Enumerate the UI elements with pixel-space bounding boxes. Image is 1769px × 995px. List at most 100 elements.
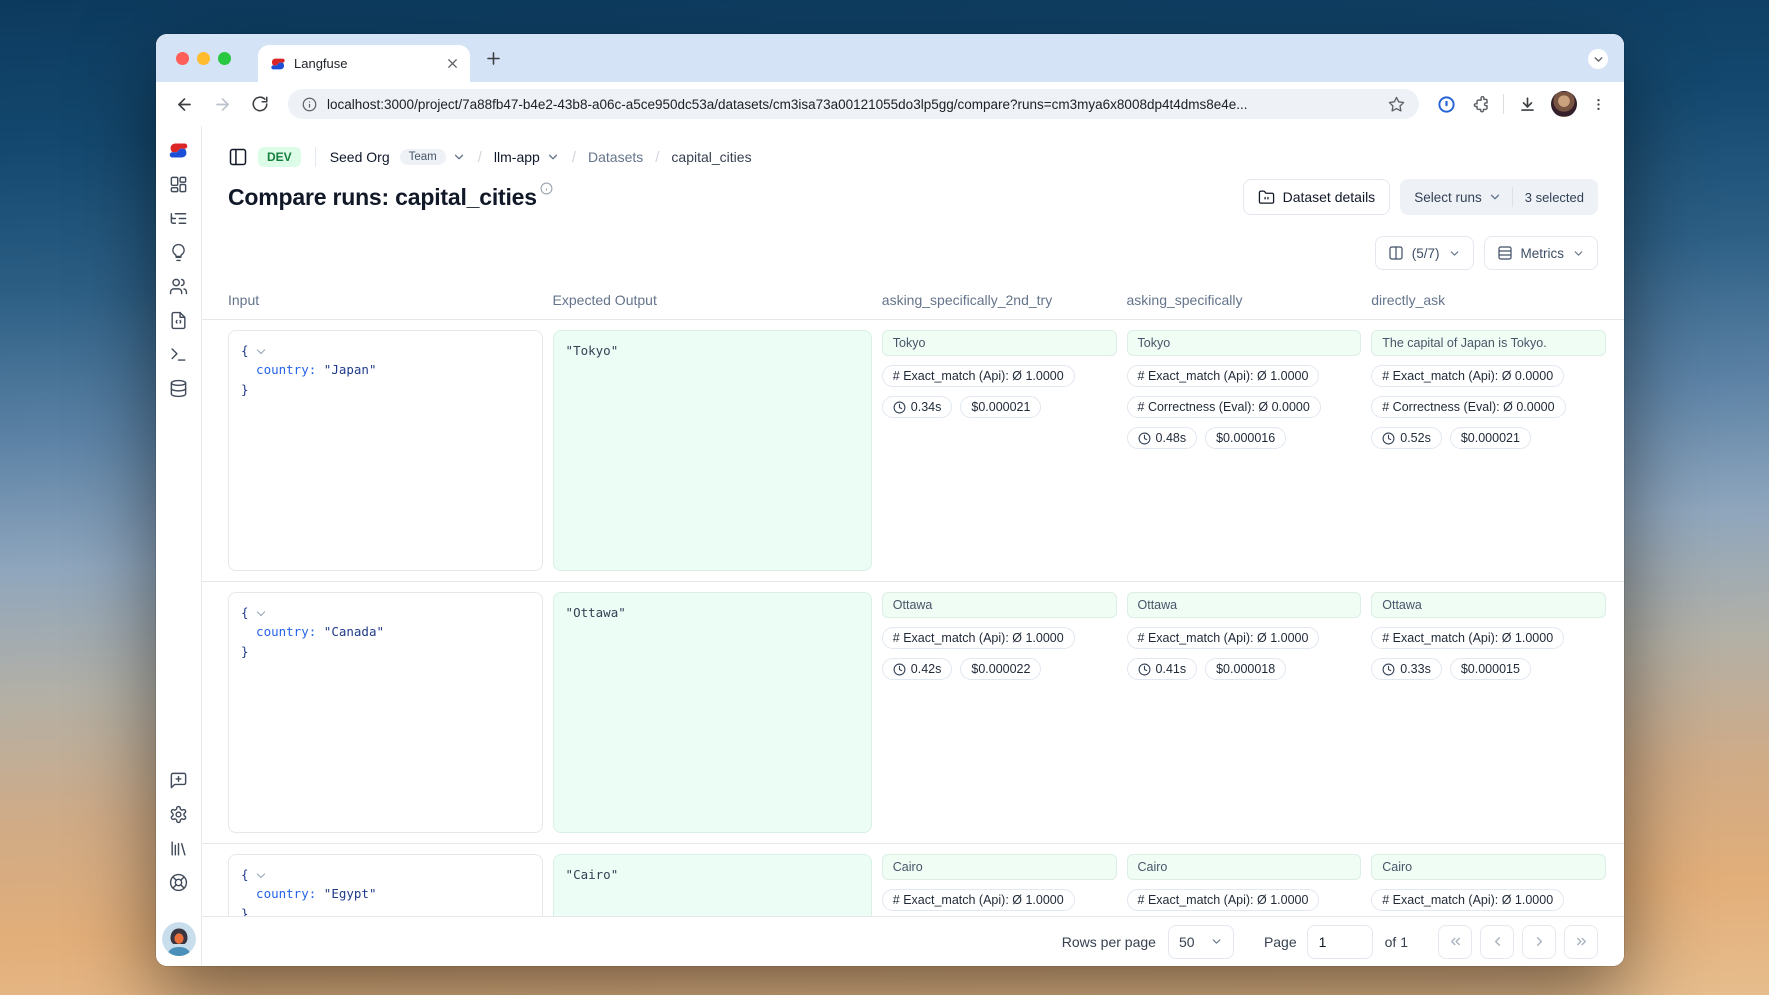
browser-profile-avatar[interactable] [1551,91,1577,117]
divider [315,147,316,167]
sidebar-prompts-lightbulb-icon[interactable] [169,243,188,262]
breadcrumb-dataset-name[interactable]: capital_cities [671,149,751,165]
run-output[interactable]: Tokyo [882,330,1117,356]
chevrons-left-icon [1448,934,1463,949]
sidebar-users-icon[interactable] [169,277,188,296]
select-runs-button[interactable]: Select runs 3 selected [1400,179,1598,215]
project-switcher-chevron-icon[interactable] [546,150,560,164]
table-controls: (5/7) Metrics [202,218,1624,280]
table-row: { country: "Japan"}"Tokyo"Tokyo# Exact_m… [202,320,1624,582]
sidebar-settings-gear-icon[interactable] [169,805,188,824]
expand-json-icon[interactable] [256,346,264,354]
next-page-button[interactable] [1522,925,1556,959]
org-plan-badge: Team [400,149,446,165]
run-output[interactable]: Ottawa [1127,592,1362,618]
page-header: Compare runs: capital_cities Dataset det… [202,172,1624,218]
latency-badge: 0.42s [882,658,953,680]
input-cell: { country: "Japan"} [228,330,543,571]
sidebar-tracing-icon[interactable] [169,209,188,228]
url-text[interactable]: localhost:3000/project/7a88fb47-b4e2-43b… [327,97,1378,112]
password-manager-extension-icon[interactable] [1437,95,1456,114]
page-number-input[interactable]: 1 [1307,925,1373,959]
tab-title: Langfuse [294,56,437,71]
expected-output: "Ottawa" [553,592,872,833]
browser-menu-kebab-icon[interactable] [1591,97,1606,112]
column-visibility-label: (5/7) [1412,246,1440,261]
minimize-window-button[interactable] [197,52,210,65]
breadcrumb-datasets-link[interactable]: Datasets [588,149,643,165]
project-name[interactable]: llm-app [494,149,540,165]
site-info-icon[interactable] [302,97,317,112]
chevron-left-icon [1490,934,1505,949]
zoom-window-button[interactable] [218,52,231,65]
sidebar-toggle-button[interactable] [228,147,248,167]
run-output[interactable]: Cairo [1127,854,1362,880]
sidebar-playground-terminal-icon[interactable] [169,345,188,364]
first-page-button[interactable] [1438,925,1472,959]
langfuse-app: DEV Seed Org Team / llm-app / Datasets /… [156,126,1624,966]
arrow-left-icon [175,95,194,114]
score-badge: # Exact_match (Api): Ø 0.0000 [1371,365,1564,387]
back-button[interactable] [168,88,200,120]
compare-table: InputExpected Outputasking_specifically_… [202,280,1624,916]
reload-button[interactable] [244,88,276,120]
sidebar-library-icon[interactable] [169,839,188,858]
run-cell: Cairo # Exact_match (Api): Ø 1.0000 [1371,854,1606,916]
browser-window: Langfuse localhost:3000/proje [156,34,1624,966]
bookmark-star-icon[interactable] [1388,96,1405,113]
run-output[interactable]: Cairo [1371,854,1606,880]
url-bar[interactable]: localhost:3000/project/7a88fb47-b4e2-43b… [288,89,1419,119]
downloads-icon[interactable] [1518,95,1537,114]
metrics-label: Metrics [1521,246,1565,261]
langfuse-logo[interactable] [168,140,189,161]
expand-json-icon[interactable] [256,608,264,616]
cost-badge: $0.000022 [960,658,1041,680]
cost-badge: $0.000021 [960,396,1041,418]
tab-strip: Langfuse [156,34,1624,82]
close-tab-icon[interactable] [445,56,460,71]
dataset-details-button[interactable]: Dataset details [1243,179,1391,215]
last-page-button[interactable] [1564,925,1598,959]
run-output[interactable]: Ottawa [882,592,1117,618]
previous-page-button[interactable] [1480,925,1514,959]
breadcrumb-separator: / [653,149,661,166]
extensions-puzzle-icon[interactable] [1470,95,1489,114]
sidebar-support-lifebuoy-icon[interactable] [169,873,188,892]
metrics-button[interactable]: Metrics [1484,236,1599,270]
run-cell: The capital of Japan is Tokyo. # Exact_ma… [1371,330,1606,571]
latency-badge: 0.48s [1127,427,1198,449]
sidebar-database-icon[interactable] [169,379,188,398]
forward-button[interactable] [206,88,238,120]
clock-icon [1138,432,1151,445]
org-switcher-chevron-icon[interactable] [452,150,466,164]
latency-badge: 0.33s [1371,658,1442,680]
sidebar-feedback-icon[interactable] [169,771,188,790]
run-output[interactable]: Tokyo [1127,330,1362,356]
score-badge: # Exact_match (Api): Ø 1.0000 [882,889,1075,911]
org-name[interactable]: Seed Org [330,149,390,165]
table-header-row: InputExpected Outputasking_specifically_… [202,280,1624,320]
page-title: Compare runs: capital_cities [228,184,537,211]
score-badge: # Correctness (Eval): Ø 0.0000 [1371,396,1565,418]
browser-tab[interactable]: Langfuse [258,45,470,82]
new-tab-button[interactable] [484,49,503,73]
sidebar-dashboard-icon[interactable] [169,175,188,194]
user-avatar[interactable] [162,922,196,956]
close-window-button[interactable] [176,52,189,65]
columns-icon [1388,245,1404,261]
run-output[interactable]: The capital of Japan is Tokyo. [1371,330,1606,356]
run-output[interactable]: Cairo [882,854,1117,880]
run-output[interactable]: Ottawa [1371,592,1606,618]
cost-badge: $0.000016 [1205,427,1286,449]
tab-search-button[interactable] [1588,49,1608,69]
arrow-right-icon [213,95,232,114]
rows-per-page-select[interactable]: 50 [1168,925,1234,959]
score-badge: # Exact_match (Api): Ø 1.0000 [1371,889,1564,911]
selected-count: 3 selected [1513,190,1598,205]
run-cell: Ottawa# Exact_match (Api): Ø 1.00000.33s… [1371,592,1606,833]
expand-json-icon[interactable] [256,870,264,878]
score-badge: # Exact_match (Api): Ø 1.0000 [1127,889,1320,911]
column-visibility-button[interactable]: (5/7) [1375,236,1474,270]
title-info-icon[interactable] [540,182,553,195]
sidebar-datasets-file-icon[interactable] [169,311,188,330]
